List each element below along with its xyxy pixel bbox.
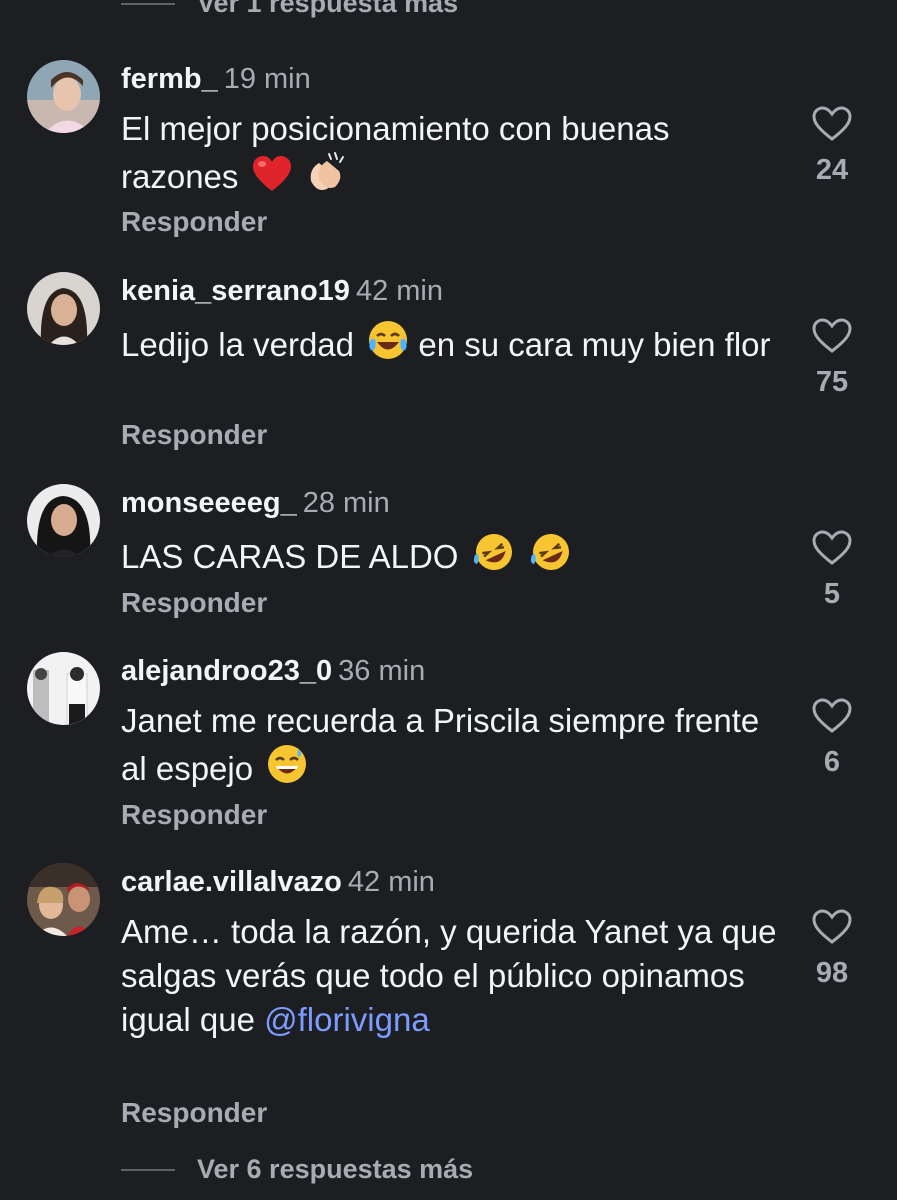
avatar[interactable] <box>27 484 100 557</box>
comment-body: LAS CARAS DE ALDO <box>121 538 459 575</box>
avatar[interactable] <box>27 863 100 936</box>
comment-body-start: Ledijo la verdad <box>121 326 354 363</box>
grinning-sweat-icon <box>266 743 308 796</box>
heart-outline-icon <box>812 318 852 353</box>
clapping-hands-icon <box>305 151 349 204</box>
comment-text: Ame… toda la razón, y querida Yanet ya q… <box>121 910 781 1042</box>
reply-button[interactable]: Responder <box>121 419 267 451</box>
comment-header: kenia_serrano19 42 min <box>121 274 443 308</box>
replies-divider-line <box>121 2 175 5</box>
username[interactable]: alejandroo23_0 <box>121 655 332 687</box>
like-button[interactable]: 75 <box>800 318 864 399</box>
view-more-replies-top[interactable]: Ver 1 respuesta más <box>121 0 458 19</box>
like-count: 98 <box>815 957 849 989</box>
comment-body-end: en su cara muy bien flor <box>418 326 771 363</box>
reply-button[interactable]: Responder <box>121 587 267 619</box>
timestamp: 36 min <box>338 655 426 687</box>
comment-text: Janet me recuerda a Priscila siempre fre… <box>121 699 781 796</box>
mention-link[interactable]: @florivigna <box>264 1001 430 1038</box>
like-button[interactable]: 98 <box>800 909 864 990</box>
comment-header: carlae.villalvazo 42 min <box>121 865 435 899</box>
like-button[interactable]: 24 <box>800 106 864 187</box>
comment-header: fermb_ 19 min <box>121 62 311 96</box>
timestamp: 42 min <box>347 866 435 898</box>
username[interactable]: kenia_serrano19 <box>121 275 350 307</box>
like-count: 75 <box>815 366 849 398</box>
comment-body: El mejor posicionamiento con buenas razo… <box>121 110 670 195</box>
view-more-label: Ver 6 respuestas más <box>197 1154 474 1184</box>
username[interactable]: carlae.villalvazo <box>121 866 342 898</box>
timestamp: 19 min <box>223 63 311 95</box>
reply-button[interactable]: Responder <box>121 799 267 831</box>
heart-outline-icon <box>812 106 852 141</box>
view-more-replies-bottom[interactable]: Ver 6 respuestas más <box>121 1154 473 1185</box>
like-count: 5 <box>823 578 841 610</box>
like-button[interactable]: 6 <box>800 698 864 779</box>
username[interactable]: monseeeeg_ <box>121 487 297 519</box>
heart-outline-icon <box>812 909 852 944</box>
comment-text: LAS CARAS DE ALDO <box>121 531 781 584</box>
tears-of-joy-icon <box>367 319 409 372</box>
rolling-laughing-icon <box>472 531 516 584</box>
red-heart-icon <box>252 155 292 204</box>
username[interactable]: fermb_ <box>121 63 218 95</box>
comment-header: monseeeeg_ 28 min <box>121 486 390 520</box>
comment-body: Janet me recuerda a Priscila siempre fre… <box>121 702 760 787</box>
replies-divider-line <box>121 1168 175 1171</box>
comment-header: alejandroo23_0 36 min <box>121 654 425 688</box>
avatar[interactable] <box>27 60 100 133</box>
comment-text: Ledijo la verdad en su cara muy bien flo… <box>121 319 781 372</box>
timestamp: 42 min <box>355 275 443 307</box>
like-count: 6 <box>823 746 841 778</box>
avatar[interactable] <box>27 652 100 725</box>
reply-button[interactable]: Responder <box>121 1097 267 1129</box>
rolling-laughing-icon <box>529 531 573 584</box>
heart-outline-icon <box>812 698 852 733</box>
reply-button[interactable]: Responder <box>121 206 267 238</box>
comment-body: Ame… toda la razón, y querida Yanet ya q… <box>121 913 777 1038</box>
like-count: 24 <box>815 154 849 186</box>
like-button[interactable]: 5 <box>800 530 864 611</box>
avatar[interactable] <box>27 272 100 345</box>
timestamp: 28 min <box>302 487 390 519</box>
heart-outline-icon <box>812 530 852 565</box>
comment-text: El mejor posicionamiento con buenas razo… <box>121 107 781 204</box>
view-more-label: Ver 1 respuesta más <box>197 0 459 18</box>
